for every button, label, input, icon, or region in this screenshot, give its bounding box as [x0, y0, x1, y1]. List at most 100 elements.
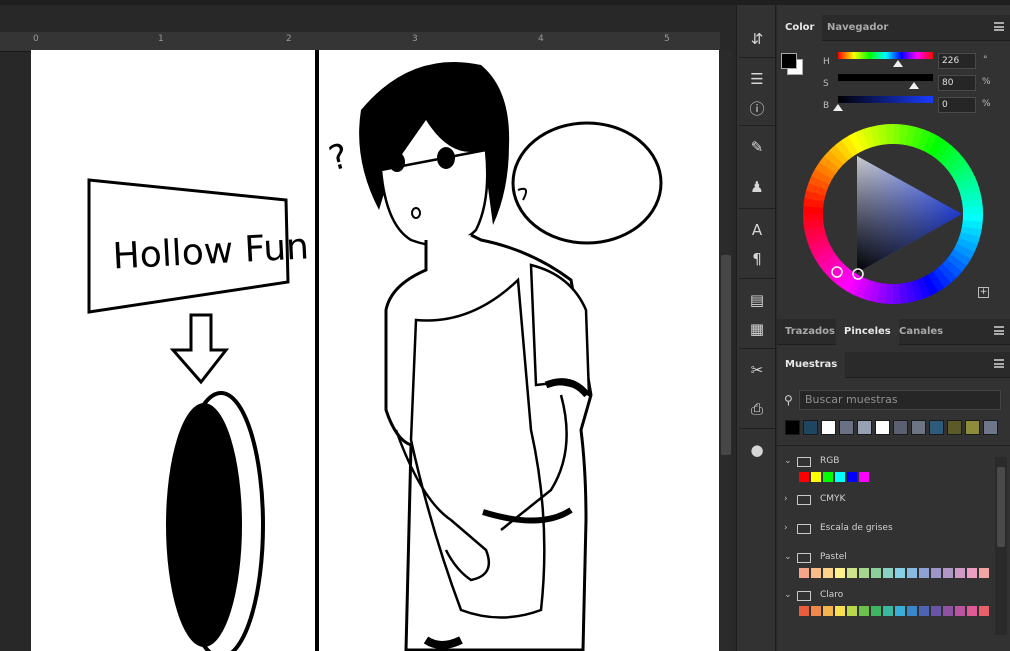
swatch[interactable] [955, 606, 965, 616]
recent-swatch[interactable] [911, 420, 926, 435]
recent-swatch[interactable] [785, 420, 800, 435]
scrollbar-thumb[interactable] [997, 467, 1005, 547]
recent-swatch[interactable] [857, 420, 872, 435]
swatch[interactable] [823, 472, 833, 482]
recent-swatch[interactable] [875, 420, 890, 435]
swatch[interactable] [823, 568, 833, 578]
swatch[interactable] [871, 606, 881, 616]
hue-slider[interactable] [838, 52, 933, 67]
swatch[interactable] [895, 606, 905, 616]
notes-icon[interactable]: ▦ [745, 317, 769, 341]
swatch[interactable] [835, 472, 845, 482]
material-icon[interactable]: ● [745, 438, 769, 462]
swatch[interactable] [847, 568, 857, 578]
swatch[interactable] [907, 568, 917, 578]
swatch[interactable] [883, 606, 893, 616]
tab-trazados[interactable]: Trazados [777, 319, 843, 345]
swatch[interactable] [979, 568, 989, 578]
document-canvas[interactable]: Hollow Fun ? [31, 50, 719, 651]
slider-thumb[interactable] [909, 82, 919, 89]
recent-swatch[interactable] [821, 420, 836, 435]
recent-swatch[interactable] [947, 420, 962, 435]
swatch[interactable] [799, 568, 809, 578]
tab-pinceles[interactable]: Pinceles [836, 319, 899, 345]
panel-menu-icon[interactable] [994, 359, 1004, 368]
swatch[interactable] [931, 606, 941, 616]
swatch[interactable] [835, 606, 845, 616]
swatch[interactable] [835, 568, 845, 578]
swatch[interactable] [799, 606, 809, 616]
swatch[interactable] [943, 606, 953, 616]
swatch[interactable] [847, 472, 857, 482]
swatch[interactable] [859, 472, 869, 482]
swatch[interactable] [931, 568, 941, 578]
saturation-field[interactable]: 80 [938, 75, 976, 91]
swatch[interactable] [967, 568, 977, 578]
recent-swatch[interactable] [983, 420, 998, 435]
swatch[interactable] [811, 472, 821, 482]
panel-menu-icon[interactable] [994, 326, 1004, 335]
recent-swatch[interactable] [965, 420, 980, 435]
recent-swatch[interactable] [839, 420, 854, 435]
panel-menu-icon[interactable] [994, 22, 1004, 31]
saturation-slider[interactable] [838, 74, 933, 89]
chevron-down-icon[interactable]: ⌄ [784, 456, 792, 466]
swatch[interactable] [907, 606, 917, 616]
swatch-group-row[interactable]: ⌄ RGB [777, 451, 995, 475]
swatch[interactable] [883, 568, 893, 578]
swatches-scrollbar[interactable] [995, 457, 1007, 635]
chevron-right-icon[interactable]: › [784, 523, 788, 533]
recent-swatch[interactable] [893, 420, 908, 435]
color-wheel[interactable] [802, 123, 984, 305]
foreground-color-swatch[interactable] [781, 53, 797, 69]
recent-swatch[interactable] [929, 420, 944, 435]
swatch[interactable] [979, 606, 989, 616]
brightness-slider[interactable] [833, 96, 933, 111]
swatch[interactable] [823, 606, 833, 616]
canvas-area[interactable]: 0 1 2 3 4 5 Hollow Fun ? [0, 5, 736, 651]
recent-swatch[interactable] [803, 420, 818, 435]
swatch[interactable] [847, 606, 857, 616]
libraries-icon[interactable]: ▤ [745, 288, 769, 312]
tab-navegador[interactable]: Navegador [819, 15, 896, 41]
scrollbar-thumb[interactable] [721, 255, 731, 455]
tab-muestras[interactable]: Muestras [777, 352, 846, 378]
swatch[interactable] [799, 472, 809, 482]
swatch-group-row[interactable]: › CMYK [777, 489, 995, 513]
paragraph-icon[interactable]: ¶ [745, 247, 769, 271]
adjustments-icon[interactable]: ☰ [745, 67, 769, 91]
swatch-search-input[interactable]: Buscar muestras [799, 390, 1001, 410]
swatch[interactable] [955, 568, 965, 578]
canvas-vertical-scrollbar[interactable] [720, 50, 732, 651]
brightness-field[interactable]: 0 [938, 97, 976, 113]
add-swatch-icon[interactable]: + [978, 287, 989, 298]
swatch[interactable] [895, 568, 905, 578]
tools-icon[interactable]: ✂ [745, 358, 769, 382]
hue-field[interactable]: 226 [938, 53, 976, 69]
chevron-right-icon[interactable]: › [784, 494, 788, 504]
swatch[interactable] [871, 568, 881, 578]
chevron-down-icon[interactable]: ⌄ [784, 552, 792, 562]
export-icon[interactable]: ⎙ [745, 397, 769, 421]
info-icon[interactable]: ⓘ [745, 96, 769, 120]
swatch-group-row[interactable]: › Escala de grises [777, 518, 995, 542]
tab-color[interactable]: Color [777, 15, 823, 41]
brightness-label: B [823, 101, 830, 111]
history-icon[interactable]: ⇵ [745, 27, 769, 51]
swatch[interactable] [811, 606, 821, 616]
swatch[interactable] [859, 568, 869, 578]
swatch[interactable] [859, 606, 869, 616]
swatch[interactable] [919, 606, 929, 616]
slider-thumb[interactable] [892, 60, 903, 67]
clone-source-icon[interactable]: ♟ [745, 175, 769, 199]
horizontal-ruler[interactable]: 0 1 2 3 4 5 [0, 32, 720, 52]
swatch[interactable] [811, 568, 821, 578]
character-icon[interactable]: A [745, 218, 769, 242]
slider-thumb[interactable] [833, 104, 843, 111]
swatch[interactable] [919, 568, 929, 578]
swatch[interactable] [967, 606, 977, 616]
tab-canales[interactable]: Canales [891, 319, 951, 345]
brush-settings-icon[interactable]: ✎ [745, 135, 769, 159]
chevron-down-icon[interactable]: ⌄ [784, 590, 792, 600]
swatch[interactable] [943, 568, 953, 578]
